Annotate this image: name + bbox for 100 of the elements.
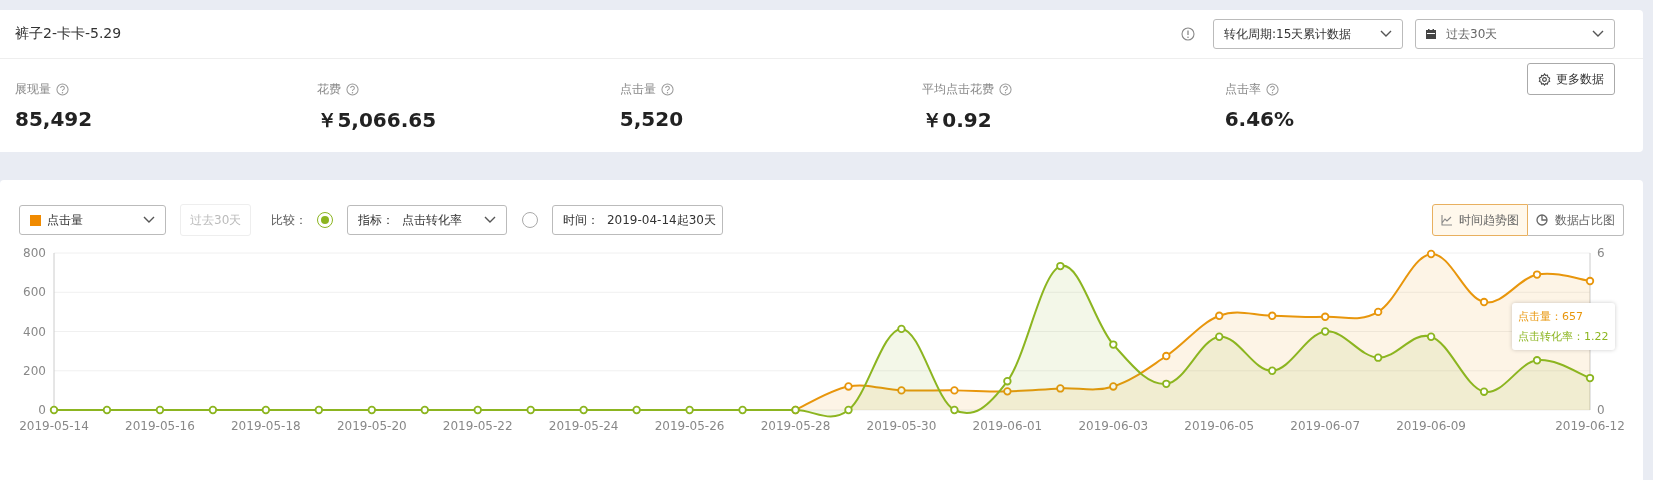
- data-point: [1320, 312, 1330, 321]
- data-point: [155, 405, 165, 415]
- axis-tick-label: 2019-05-16: [125, 419, 195, 433]
- data-point: [1479, 297, 1489, 307]
- radio-button[interactable]: [317, 212, 334, 228]
- data-point: [261, 405, 271, 415]
- data-point: [473, 405, 482, 415]
- data-point: [1373, 353, 1383, 362]
- info-icon: [1181, 27, 1195, 41]
- data-point: [49, 405, 59, 415]
- data-point: [208, 405, 218, 415]
- help-icon: [1265, 83, 1279, 96]
- data-point: [897, 386, 906, 395]
- metric-dropdown[interactable]: 点击量: [19, 205, 166, 235]
- data-point: [1109, 382, 1118, 391]
- metric-value: 5,520: [619, 107, 685, 131]
- data-point: [1426, 332, 1436, 341]
- chevron-down-icon: [1592, 30, 1604, 38]
- tooltip-line: 点击量：657: [1518, 309, 1584, 324]
- data-point: [844, 382, 853, 391]
- metric-value: 6.46%: [1224, 107, 1295, 131]
- metric-value: ￥0.92: [922, 107, 993, 134]
- data-point: [632, 405, 641, 415]
- data-point: [579, 405, 588, 415]
- data-point: [897, 324, 906, 334]
- pie-chart-icon: [1536, 214, 1548, 226]
- data-point: [1373, 307, 1383, 317]
- date-range-dropdown[interactable]: 过去30天: [1415, 19, 1615, 49]
- axis-tick-label: 2019-05-18: [231, 419, 301, 433]
- period-field: 过去30天: [180, 204, 252, 236]
- conversion-period-dropdown[interactable]: 转化周期:15天累计数据: [1213, 19, 1403, 49]
- data-point: [102, 405, 112, 415]
- data-point: [1585, 276, 1595, 286]
- chevron-down-icon: [143, 216, 155, 224]
- data-point: [685, 405, 694, 415]
- data-point: [420, 405, 429, 415]
- axis-tick-label: 800: [23, 246, 46, 260]
- time-compare-dropdown[interactable]: 时间： 2019-04-14起30天: [552, 205, 724, 235]
- tooltip-line: 点击转化率：1.22: [1518, 329, 1609, 344]
- view-tab[interactable]: 数据占比图: [1528, 204, 1624, 236]
- data-point: [526, 405, 535, 415]
- data-point: [1268, 311, 1277, 320]
- chevron-down-icon: [484, 216, 497, 224]
- axis-tick-label: 2019-05-30: [866, 419, 937, 433]
- axis-tick-label: 2019-05-22: [442, 419, 513, 433]
- chevron-down-icon: [1380, 30, 1392, 38]
- help-icon: [56, 83, 69, 96]
- metric-value: 85,492: [15, 107, 94, 131]
- metric-label: 点击率: [1224, 81, 1261, 98]
- data-point: [1162, 351, 1171, 361]
- metric-compare-dropdown[interactable]: 指标： 点击转化率: [347, 205, 508, 235]
- data-point: [1532, 270, 1542, 279]
- metric-value: ￥5,066.65: [317, 107, 438, 134]
- data-point: [1056, 384, 1065, 393]
- axis-tick-label: 2019-05-26: [654, 419, 725, 433]
- data-point: [950, 405, 959, 415]
- data-point: [1532, 356, 1542, 365]
- data-point: [1109, 340, 1118, 349]
- data-point: [844, 405, 853, 415]
- data-point: [1003, 387, 1012, 396]
- settings-icon: [1538, 72, 1552, 86]
- metric-label: 平均点击花费: [922, 81, 995, 98]
- axis-tick-label: 6: [1597, 246, 1605, 260]
- axis-tick-label: 2019-06-09: [1396, 419, 1466, 433]
- data-point: [1056, 261, 1065, 271]
- data-point: [367, 405, 376, 415]
- axis-tick-label: 400: [23, 324, 46, 339]
- help-icon: [660, 83, 674, 96]
- data-point: [950, 386, 959, 395]
- campaign-title: 裤子2-卡卡-5.29: [15, 25, 123, 43]
- help-icon: [346, 83, 360, 96]
- data-point: [738, 405, 747, 415]
- metric-label: 展现量: [15, 81, 51, 98]
- metric-label: 点击量: [619, 81, 656, 98]
- data-point: [1162, 379, 1171, 389]
- data-point: [1215, 332, 1224, 341]
- line-chart-icon: [1441, 214, 1452, 226]
- data-point: [1003, 377, 1012, 386]
- axis-tick-label: 2019-05-24: [548, 419, 619, 433]
- axis-tick-label: 2019-05-28: [760, 419, 831, 433]
- axis-tick-label: 2019-05-20: [336, 419, 407, 433]
- axis-tick-label: 0: [1597, 403, 1605, 417]
- data-point: [1215, 311, 1224, 320]
- axis-tick-label: 2019-06-05: [1184, 419, 1255, 433]
- axis-tick-label: 2019-06-01: [972, 419, 1043, 433]
- data-point: [314, 405, 324, 415]
- axis-tick-label: 2019-06-07: [1290, 419, 1361, 433]
- axis-tick-label: 600: [23, 285, 46, 300]
- radio-button[interactable]: [522, 212, 539, 228]
- axis-tick-label: 2019-06-12: [1555, 419, 1625, 433]
- more-data-button[interactable]: 更多数据: [1527, 63, 1616, 95]
- help-icon: [999, 83, 1013, 96]
- data-point: [1268, 366, 1277, 375]
- data-point: [1585, 373, 1595, 383]
- axis-tick-label: 2019-06-03: [1078, 419, 1149, 433]
- data-point: [1426, 249, 1436, 259]
- axis-tick-label: 0: [38, 403, 46, 417]
- view-tab[interactable]: 时间趋势图: [1432, 204, 1528, 236]
- data-point: [1479, 387, 1489, 396]
- axis-tick-label: 200: [23, 363, 46, 378]
